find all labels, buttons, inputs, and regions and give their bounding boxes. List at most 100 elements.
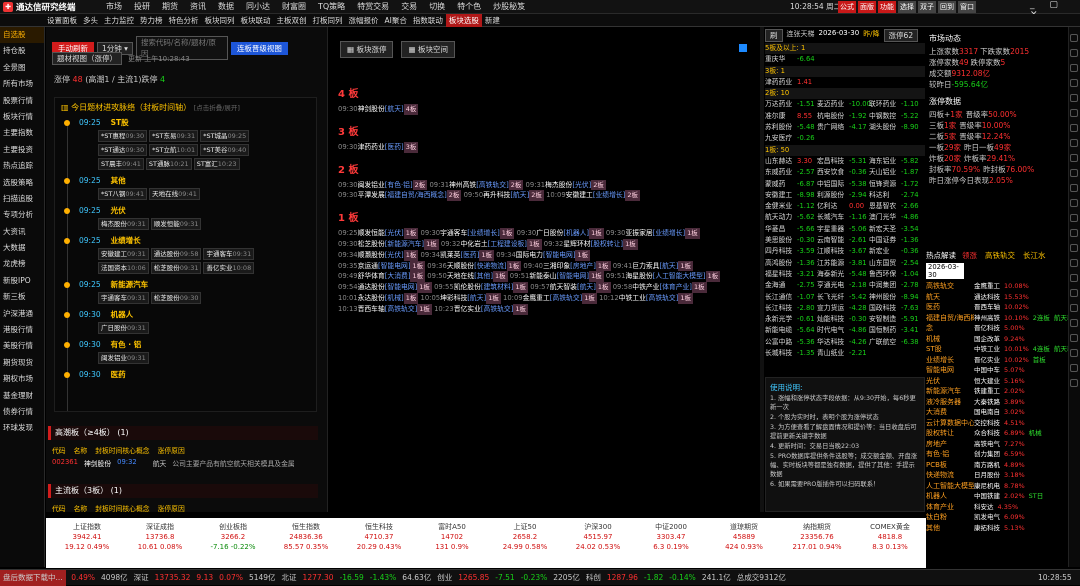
stock-name[interactable]: 坤彩科技	[440, 294, 467, 302]
stock-tag[interactable]: 天地在线09:41	[149, 188, 200, 200]
ladder-stock[interactable]: 杭电股份	[817, 111, 849, 122]
ladder-stock[interactable]: 灿能科技	[817, 314, 849, 325]
hot-concept[interactable]: 股权转让	[926, 428, 974, 439]
stock-tag[interactable]: 梅杰股份09:31	[98, 218, 149, 230]
stock-name[interactable]: 通达股份	[358, 283, 385, 291]
hot-concept[interactable]: 房地产	[926, 439, 974, 450]
stock-name[interactable]: 巨力索具	[632, 262, 659, 270]
ladder-stock[interactable]: 科达利	[869, 190, 901, 201]
tool-icon[interactable]	[1070, 34, 1078, 42]
sidebar-item[interactable]: 新股IPO	[0, 273, 44, 289]
ladder-stock[interactable]: 国恒制药	[869, 325, 901, 336]
sidebar-item[interactable]: 期货现货	[0, 355, 44, 371]
tool-icon[interactable]	[1070, 139, 1078, 147]
ladder-stock[interactable]: 长城汽车	[817, 212, 849, 223]
sidebar-item[interactable]: 龙虎榜	[0, 256, 44, 272]
tool-icon[interactable]	[1070, 274, 1078, 282]
stock-name[interactable]: 亚振家居	[625, 229, 652, 237]
ladder-stock[interactable]: 中润集团	[869, 280, 901, 291]
ladder-stock[interactable]: 麦迈药业	[817, 99, 849, 110]
stock-tag[interactable]: 顺发恒能09:31	[150, 218, 202, 230]
hot-concept[interactable]: 业绩增长	[926, 355, 974, 366]
tool-icon[interactable]	[1070, 319, 1078, 327]
ladder-stock[interactable]: 贵广网络	[817, 122, 849, 133]
ladder-stock[interactable]: 鲁西环保	[869, 269, 901, 280]
stock-tag[interactable]: *ST城晶09:25	[200, 130, 250, 142]
ladder-stock[interactable]: 四丹科技	[765, 246, 797, 257]
ladder-stock[interactable]: 利源股份	[817, 190, 849, 201]
toolbar-item[interactable]: 新建	[482, 14, 503, 27]
index-item[interactable]: 恒生指数 24836.36 85.57 0.35%	[269, 522, 343, 552]
ladder-stock[interactable]: 重庆华	[765, 54, 797, 65]
tool-icon[interactable]	[1070, 244, 1078, 252]
ladder-stock[interactable]: 万达药业	[765, 99, 797, 110]
board-limit-tab[interactable]: ▦ 板块涨停	[340, 41, 394, 58]
index-item[interactable]: 富时A50 14702 131 0.9%	[415, 522, 489, 552]
hot-concept[interactable]: 快递物流	[926, 470, 974, 481]
group-header[interactable]: 09:30 医药	[79, 369, 316, 380]
ladder-stock[interactable]: 亨通光电	[817, 280, 849, 291]
stock-name[interactable]: 平潭发展	[358, 191, 385, 199]
toolbar-item[interactable]: 特色分析	[166, 14, 202, 27]
sidebar-item[interactable]: 美股行情	[0, 338, 44, 354]
stock-tag[interactable]: 安徽建工09:31	[98, 248, 149, 260]
stock-tag[interactable]: ST富汇10:23	[193, 158, 240, 170]
hot-concept[interactable]: 有色·铝	[926, 449, 974, 460]
ladder-stock[interactable]: 山东赫达	[765, 156, 797, 167]
board-space-tab[interactable]: ▦ 板块空间	[401, 41, 455, 58]
hot-cell[interactable]: 高铁电气	[974, 440, 1000, 448]
hot-col-header[interactable]: 长江水	[1023, 250, 1046, 261]
timeline-header[interactable]: ▥ 今日题材进攻脉络（封板时间轴） [点击折叠/展开]	[55, 98, 316, 117]
hot-cell[interactable]: 交控科技	[974, 419, 1000, 427]
hot-cell[interactable]: 凯发电气	[974, 513, 1000, 521]
hot-concept[interactable]: 智能电网	[926, 365, 974, 376]
menu-item[interactable]: 切换	[423, 0, 451, 14]
hot-cell[interactable]: 中国铁建	[974, 492, 1000, 500]
hot-cell[interactable]: 国企改革	[974, 335, 1000, 343]
index-item[interactable]: 深证成指 13736.8 10.61 0.08%	[123, 522, 197, 552]
ladder-stock[interactable]: 蒙威药	[765, 179, 797, 190]
index-item[interactable]: 创业板指 3266.2 -7.16 -0.22%	[196, 522, 270, 552]
menu-item[interactable]: TQ策略	[312, 0, 351, 14]
hot-date[interactable]: 2026-03-30	[926, 263, 964, 279]
menu-item[interactable]: 资讯	[184, 0, 212, 14]
stock-name[interactable]: 顺发恒能	[358, 229, 385, 237]
sidebar-item[interactable]: 持仓股	[0, 43, 44, 59]
hot-cell[interactable]: 日月股份	[974, 471, 1000, 479]
stock-tag[interactable]: 宇通客车09:31	[203, 248, 255, 260]
stock-tag[interactable]: 广日股份09:31	[98, 322, 149, 334]
ladder-stock[interactable]: 公富中路	[765, 337, 797, 348]
stock-tag[interactable]: 善亿实业10:08	[203, 262, 255, 274]
hot-concept[interactable]: 高铁轨交	[926, 281, 974, 292]
stock-name[interactable]: 海星股份	[625, 272, 652, 280]
menu-item[interactable]: 市场	[100, 0, 128, 14]
ladder-stock[interactable]: 神州股份	[869, 292, 901, 303]
tool-icon[interactable]	[1070, 169, 1078, 177]
tool-icon[interactable]	[1070, 334, 1078, 342]
toolbar-item[interactable]: 多头	[80, 14, 101, 27]
stock-tag[interactable]: *ST东易09:31	[149, 130, 199, 142]
menu-item[interactable]: 同小达	[240, 0, 276, 14]
tool-icon[interactable]	[1070, 94, 1078, 102]
index-item[interactable]: 道琼期货 45889 424 0.93%	[707, 522, 781, 552]
window-button[interactable]: 选择	[898, 1, 916, 13]
ladder-stock[interactable]: 湖头股份	[869, 122, 901, 133]
toolbar-item[interactable]: 指数联动	[410, 14, 446, 27]
menu-item[interactable]: 数据	[212, 0, 240, 14]
view-button[interactable]: 连板晋级视图	[230, 41, 288, 55]
stock-tag[interactable]: 法国资本10:06	[98, 262, 149, 274]
ladder-stock[interactable]: 新宏业	[869, 246, 901, 257]
ladder-stock[interactable]: 澳门光华	[869, 212, 901, 223]
hot-cell[interactable]: 大秦铁路	[974, 398, 1000, 406]
ladder-stock[interactable]: 中铝国际	[817, 179, 849, 190]
toolbar-item[interactable]: 主板双创	[274, 14, 310, 27]
ladder-stock[interactable]: 云南智能	[817, 235, 849, 246]
main-board-title[interactable]: 主流板（3板） (1)	[48, 484, 318, 498]
toolbar-item[interactable]: 板块选股	[445, 14, 482, 27]
group-header[interactable]: 09:25 业绩增长	[79, 235, 316, 246]
table-row[interactable]: 002361 神剑股份 09:32 航天 公司主要产品有航空航天相关模具及金属	[48, 458, 318, 468]
stock-tag[interactable]: ST通脉10:21	[145, 158, 192, 170]
ladder-stock[interactable]: 恩基智农	[869, 201, 901, 212]
hot-concept[interactable]: 机器人	[926, 491, 974, 502]
ladder-stock[interactable]: 新能电缆	[765, 325, 797, 336]
